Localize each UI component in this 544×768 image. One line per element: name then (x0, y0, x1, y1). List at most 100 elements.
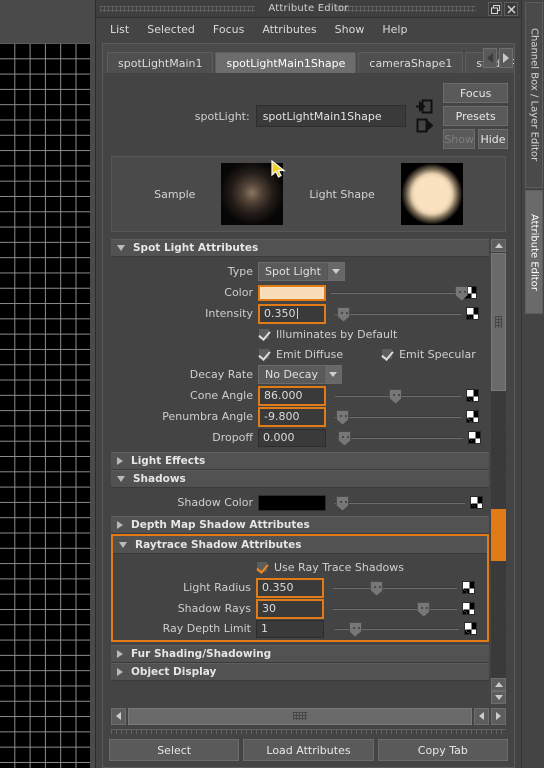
output-connection-icon[interactable] (416, 118, 434, 133)
light-radius-input[interactable]: 0.350 (256, 577, 324, 598)
tab-camerashape1[interactable]: cameraShape1 (358, 52, 464, 73)
section-object-display[interactable]: Object Display (111, 663, 489, 681)
slider-handle[interactable] (337, 306, 350, 322)
slider-handle[interactable] (336, 409, 349, 425)
chevron-left-icon[interactable] (483, 48, 497, 68)
row-use-ray-trace-shadows[interactable]: Use Ray Trace Shadows (113, 557, 487, 577)
cone-angle-map-checker-icon[interactable] (466, 389, 479, 402)
panel-resize-grip[interactable] (111, 727, 506, 735)
horizontal-scroll-track[interactable] (128, 707, 472, 725)
menu-selected[interactable]: Selected (139, 21, 203, 38)
chevron-down-icon[interactable] (326, 263, 344, 280)
ray-depth-limit-map-checker-icon[interactable] (464, 622, 477, 635)
dropoff-input[interactable]: 0.000 (258, 428, 326, 447)
decay-rate-dropdown[interactable]: No Decay (258, 365, 342, 384)
illuminates-by-default-checkbox[interactable] (258, 328, 270, 340)
presets-button[interactable]: Presets (443, 106, 508, 126)
horizontal-scrollbar[interactable] (111, 707, 506, 725)
intensity-input[interactable]: 0.350 (258, 303, 326, 324)
shadow-rays-input[interactable]: 30 (256, 598, 324, 619)
menu-help[interactable]: Help (374, 21, 415, 38)
ray-depth-limit-label: Ray Depth Limit (162, 622, 251, 635)
slider-handle[interactable] (336, 495, 349, 511)
section-depth-map-shadow-attributes[interactable]: Depth Map Shadow Attributes (111, 516, 489, 534)
scroll-up-button-lower[interactable] (491, 678, 506, 691)
row-emit-flags: Emit Diffuse Emit Specular (111, 344, 489, 364)
slider-handle[interactable] (370, 580, 384, 596)
slider-handle[interactable] (389, 388, 403, 404)
dropoff-slider[interactable] (337, 430, 463, 446)
cone-angle-slider[interactable] (335, 388, 461, 404)
rail-tab-channel-box[interactable]: Channel Box / Layer Editor (525, 2, 543, 188)
vertical-scrollbar[interactable] (491, 239, 506, 704)
ray-depth-limit-slider[interactable] (335, 621, 459, 637)
node-name-input[interactable]: spotLightMain1Shape (255, 105, 407, 127)
menu-focus[interactable]: Focus (205, 21, 252, 38)
close-icon[interactable] (504, 2, 518, 16)
light-radius-map-checker-icon[interactable] (462, 581, 475, 594)
scroll-left-button-2[interactable] (474, 707, 489, 725)
intensity-slider[interactable] (335, 306, 461, 322)
color-slider[interactable] (331, 285, 469, 301)
emit-diffuse-checkbox[interactable] (258, 348, 270, 360)
vertical-scroll-track-lower[interactable] (491, 561, 506, 678)
section-fur-shading-shadowing[interactable]: Fur Shading/Shadowing (111, 645, 489, 663)
slider-handle[interactable] (417, 601, 431, 617)
ray-depth-limit-input[interactable]: 1 (256, 619, 324, 638)
chevron-down-icon[interactable] (324, 366, 341, 383)
load-attributes-button[interactable]: Load Attributes (243, 739, 374, 761)
section-shadows[interactable]: Shadows (111, 470, 489, 488)
menu-show[interactable]: Show (327, 21, 373, 38)
row-cone-angle: Cone Angle 86.000 (111, 385, 489, 406)
type-dropdown[interactable]: Spot Light (258, 262, 345, 281)
window-buttons (488, 2, 518, 16)
shadow-color-swatch[interactable] (258, 494, 326, 511)
tab-spotlightmain1[interactable]: spotLightMain1 (107, 52, 214, 73)
slider-handle[interactable] (338, 430, 351, 446)
section-raytrace-shadow-attributes[interactable]: Raytrace Shadow Attributes (113, 536, 487, 554)
shadow-color-slider[interactable] (335, 495, 465, 511)
cone-angle-input[interactable]: 86.000 (258, 385, 326, 406)
vertical-scroll-thumb[interactable] (491, 253, 506, 391)
dropoff-map-checker-icon[interactable] (468, 431, 481, 444)
vertical-scroll-track[interactable] (491, 392, 506, 509)
penumbra-angle-slider[interactable] (335, 409, 461, 425)
row-illuminates-by-default[interactable]: Illuminates by Default (111, 324, 489, 344)
penumbra-angle-map-checker-icon[interactable] (466, 410, 479, 423)
slider-handle[interactable] (348, 621, 362, 637)
intensity-map-checker-icon[interactable] (466, 307, 479, 320)
focus-button[interactable]: Focus (443, 83, 508, 103)
shadow-rays-map-checker-icon[interactable] (462, 602, 475, 615)
color-swatch-field[interactable] (258, 284, 326, 301)
section-spot-light-attributes[interactable]: Spot Light Attributes (111, 239, 489, 257)
viewport-panel[interactable] (0, 0, 96, 768)
light-shape-swatch[interactable] (400, 163, 463, 225)
scroll-left-button[interactable] (111, 707, 126, 725)
chevron-right-icon[interactable] (499, 48, 513, 68)
titlebar[interactable]: Attribute Editor (96, 0, 521, 18)
scroll-down-button[interactable] (491, 691, 506, 704)
viewport-grid[interactable] (0, 44, 90, 768)
shadow-color-map-checker-icon[interactable] (470, 496, 483, 509)
use-ray-trace-shadows-checkbox[interactable] (256, 561, 268, 573)
hide-button[interactable]: Hide (478, 129, 508, 149)
select-button[interactable]: Select (109, 739, 240, 761)
menu-list[interactable]: List (102, 21, 137, 38)
copy-tab-button[interactable]: Copy Tab (377, 739, 508, 761)
scroll-right-button[interactable] (491, 707, 506, 725)
emit-specular-checkbox[interactable] (381, 348, 394, 360)
horizontal-scroll-thumb[interactable] (128, 707, 472, 725)
chevron-down-icon (119, 541, 127, 548)
penumbra-angle-input[interactable]: -9.800 (258, 406, 326, 427)
rail-tab-attribute-editor[interactable]: Attribute Editor (525, 190, 543, 314)
input-connection-icon[interactable] (416, 99, 433, 114)
menu-attributes[interactable]: Attributes (254, 21, 324, 38)
light-radius-slider[interactable] (333, 580, 457, 596)
restore-icon[interactable] (488, 2, 502, 16)
tab-spotlightmain1shape[interactable]: spotLightMain1Shape (215, 52, 357, 73)
show-button[interactable]: Show (443, 129, 475, 149)
shadow-rays-slider[interactable] (333, 601, 457, 617)
decay-rate-label: Decay Rate (189, 368, 253, 381)
section-light-effects[interactable]: Light Effects (111, 452, 489, 470)
scroll-up-button[interactable] (491, 239, 506, 252)
